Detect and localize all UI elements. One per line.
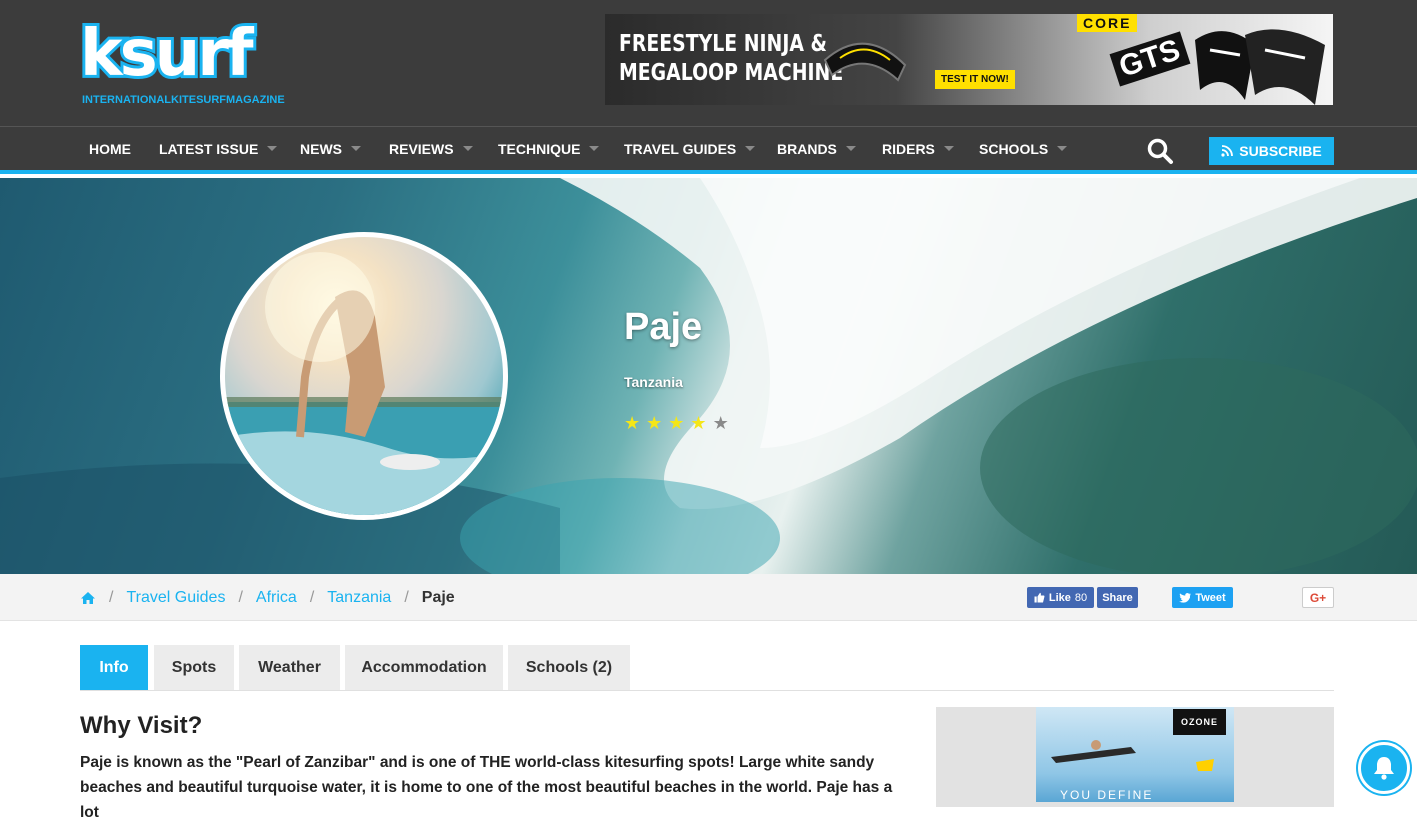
- nav-item-schools[interactable]: SCHOOLS: [979, 141, 1068, 157]
- nav-label: SCHOOLS: [979, 141, 1049, 157]
- tab-schools[interactable]: Schools (2): [508, 645, 630, 690]
- sidebar-ad[interactable]: OZONE YOU DEFINE: [1036, 707, 1234, 802]
- nav-label: HOME: [89, 141, 131, 157]
- section-title: Why Visit?: [80, 712, 203, 739]
- ad-test-button[interactable]: TEST IT NOW!: [935, 70, 1015, 89]
- site-header: ksurf INTERNATIONALKITESURFMAGAZINE FREE…: [0, 0, 1417, 126]
- logo-tagline: INTERNATIONALKITESURFMAGAZINE: [82, 94, 285, 106]
- chevron-down-icon: [267, 145, 278, 151]
- ad-headline: FREESTYLE NINJA & MEGALOOP MACHINE: [619, 30, 843, 88]
- chevron-down-icon: [845, 145, 856, 151]
- subscribe-label: SUBSCRIBE: [1239, 143, 1322, 159]
- destination-avatar-image: [220, 232, 508, 520]
- nav-item-home[interactable]: HOME: [89, 141, 131, 157]
- notification-bell-button[interactable]: [1358, 742, 1410, 794]
- breadcrumb-bar: / Travel Guides / Africa / Tanzania / Pa…: [0, 574, 1417, 621]
- destination-country: Tanzania: [624, 374, 683, 390]
- star-filled-icon: ★: [690, 413, 707, 433]
- ad-model-badge: GTS: [1109, 31, 1191, 87]
- star-filled-icon: ★: [668, 413, 685, 433]
- ad-brand-logo: CORE: [1077, 14, 1138, 32]
- nav-label: TECHNIQUE: [498, 141, 581, 157]
- site-logo[interactable]: ksurf INTERNATIONALKITESURFMAGAZINE: [77, 14, 312, 110]
- subscribe-button[interactable]: SUBSCRIBE: [1209, 137, 1334, 165]
- twitter-bird-icon: [1179, 592, 1192, 603]
- nav-label: NEWS: [300, 141, 342, 157]
- like-count: 80: [1074, 591, 1088, 604]
- ad-headline-line1: FREESTYLE NINJA &: [619, 31, 827, 57]
- ad-headline-line2: MEGALOOP MACHINE: [619, 60, 844, 86]
- sidebar-ad-container: OZONE YOU DEFINE: [936, 707, 1334, 807]
- header-ad-banner[interactable]: FREESTYLE NINJA & MEGALOOP MACHINE TEST …: [605, 14, 1333, 105]
- breadcrumb-separator: /: [309, 589, 315, 606]
- thumbs-up-icon: [1034, 592, 1045, 603]
- nav-label: TRAVEL GUIDES: [624, 141, 737, 157]
- breadcrumb-separator: /: [109, 589, 114, 606]
- star-filled-icon: ★: [646, 413, 663, 433]
- nav-label: REVIEWS: [389, 141, 454, 157]
- hero-banner: Paje Tanzania ★ ★ ★ ★ ★: [0, 178, 1417, 574]
- like-label: Like: [1048, 591, 1071, 604]
- kitesurfer-photo: [225, 252, 503, 515]
- breadcrumb: / Travel Guides / Africa / Tanzania / Pa…: [80, 589, 455, 607]
- tab-weather[interactable]: Weather: [239, 645, 340, 690]
- tab-spots[interactable]: Spots: [154, 645, 234, 690]
- chevron-down-icon: [589, 145, 600, 151]
- chevron-down-icon: [462, 145, 473, 151]
- star-filled-icon: ★: [624, 413, 641, 433]
- breadcrumb-separator: /: [404, 589, 409, 606]
- facebook-like-button[interactable]: Like 80: [1027, 587, 1094, 608]
- chevron-down-icon: [1057, 145, 1068, 151]
- breadcrumb-separator: /: [238, 589, 243, 606]
- star-empty-icon: ★: [712, 413, 729, 433]
- ozone-logo: OZONE: [1172, 709, 1226, 735]
- nav-item-technique[interactable]: TECHNIQUE: [498, 141, 600, 157]
- rss-icon: [1221, 145, 1234, 157]
- breadcrumb-link-tanzania[interactable]: Tanzania: [327, 589, 391, 607]
- nav-item-latest-issue[interactable]: LATEST ISSUE: [159, 141, 278, 157]
- nav-item-riders[interactable]: RIDERS: [882, 141, 954, 157]
- kites-image: [1195, 29, 1325, 105]
- facebook-share-button[interactable]: Share: [1097, 587, 1138, 608]
- nav-item-travel-guides[interactable]: TRAVEL GUIDES: [624, 141, 756, 157]
- star-rating: ★ ★ ★ ★ ★: [624, 414, 729, 432]
- chevron-down-icon: [745, 145, 756, 151]
- chevron-down-icon: [351, 145, 361, 151]
- nav-item-brands[interactable]: BRANDS: [777, 141, 856, 157]
- search-button[interactable]: [1146, 137, 1174, 165]
- breadcrumb-link-africa[interactable]: Africa: [256, 589, 297, 607]
- tweet-label: Tweet: [1195, 591, 1226, 604]
- breadcrumb-link-travel-guides[interactable]: Travel Guides: [126, 589, 225, 607]
- tab-accommodation[interactable]: Accommodation: [345, 645, 503, 690]
- main-nav: HOME LATEST ISSUE NEWS REVIEWS TECHNIQUE…: [0, 126, 1417, 174]
- home-icon[interactable]: [80, 591, 96, 605]
- hero-background-image: [0, 178, 1417, 574]
- tab-info[interactable]: Info: [80, 645, 148, 690]
- breadcrumb-current: Paje: [421, 589, 455, 606]
- nav-label: RIDERS: [882, 141, 935, 157]
- logo-wordmark: ksurf: [77, 14, 257, 94]
- nav-label: LATEST ISSUE: [159, 141, 259, 157]
- tweet-button[interactable]: Tweet: [1172, 587, 1233, 608]
- destination-title: Paje: [624, 306, 703, 348]
- nav-item-news[interactable]: NEWS: [300, 141, 361, 157]
- destination-tabs: Info Spots Weather Accommodation Schools…: [80, 645, 1334, 691]
- bell-icon: [1374, 757, 1394, 780]
- google-plus-button[interactable]: G+: [1302, 587, 1334, 608]
- chevron-down-icon: [943, 145, 954, 151]
- kite-image: [823, 42, 907, 82]
- search-icon: [1147, 138, 1173, 164]
- nav-item-reviews[interactable]: REVIEWS: [389, 141, 473, 157]
- ad-tagline: YOU DEFINE: [1060, 788, 1154, 802]
- section-body: Paje is known as the "Pearl of Zanzibar"…: [80, 754, 893, 821]
- nav-label: BRANDS: [777, 141, 837, 157]
